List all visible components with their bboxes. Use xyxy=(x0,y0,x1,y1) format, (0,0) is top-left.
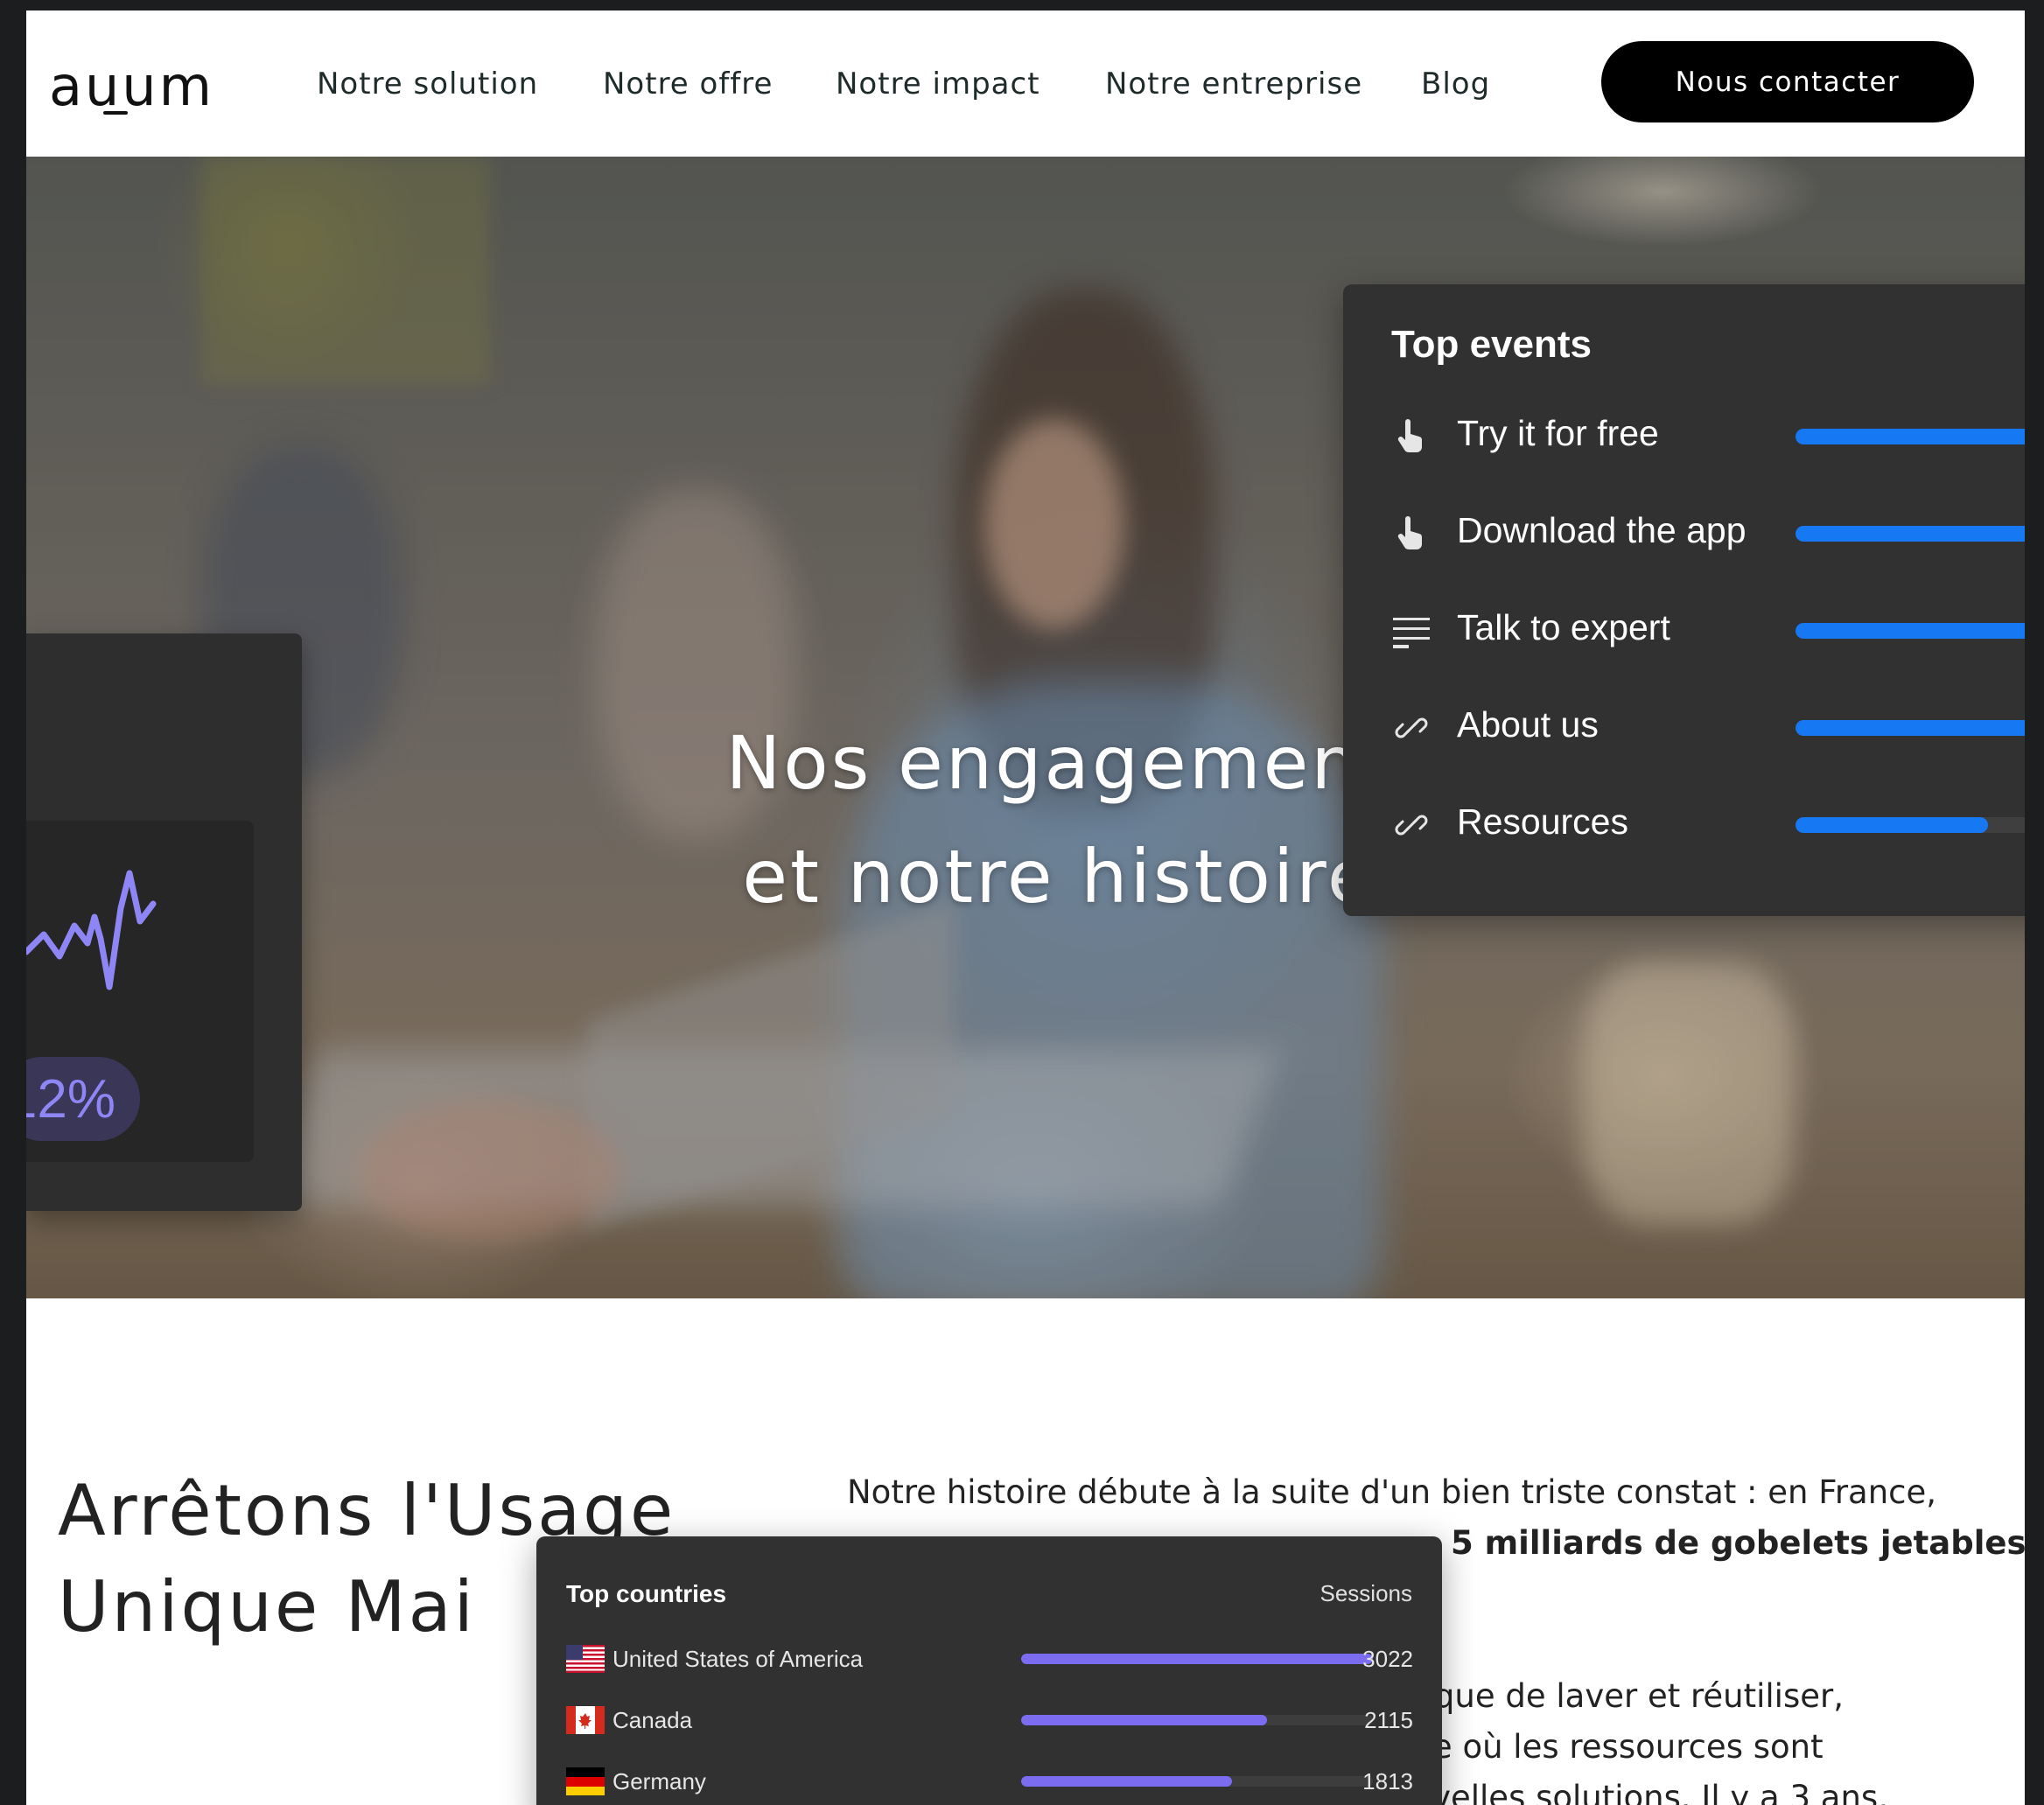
paragraph-line: nde où les ressources sont xyxy=(1391,1728,1824,1766)
top-countries-title: Top countries xyxy=(566,1580,727,1607)
event-label: Talk to expert xyxy=(1457,607,1670,647)
us-flag-icon xyxy=(566,1645,605,1673)
country-name: Germany xyxy=(612,1768,706,1795)
auum-logo[interactable]: auum xyxy=(49,54,214,118)
nav-blog[interactable]: Blog xyxy=(1421,66,1490,101)
event-label: Download the app xyxy=(1457,510,1746,550)
event-bar-fill xyxy=(1796,623,2025,639)
event-bar-track xyxy=(1796,720,2025,736)
sparkline-line xyxy=(26,870,157,990)
nav-notre-solution[interactable]: Notre solution xyxy=(317,66,538,101)
site-header: auum Notre solution Notre offre Notre im… xyxy=(26,10,2025,157)
country-bar-track xyxy=(1021,1715,1373,1725)
country-sessions: 3022 xyxy=(1362,1646,1413,1672)
event-row[interactable]: Try it for free xyxy=(1391,409,2025,462)
event-bar-fill xyxy=(1796,720,2025,736)
top-countries-panel: Top countries Sessions United States of … xyxy=(536,1536,1442,1805)
contact-button[interactable]: Nous contacter xyxy=(1601,41,1974,122)
country-sessions: 2115 xyxy=(1364,1707,1413,1733)
pointer-hand-icon xyxy=(1391,416,1432,457)
event-label: About us xyxy=(1457,704,1599,745)
link-icon xyxy=(1391,708,1432,748)
country-row[interactable]: Germany 1813 xyxy=(566,1764,1413,1799)
sessions-column-header: Sessions xyxy=(1320,1580,1413,1606)
event-row[interactable]: Talk to expert xyxy=(1391,604,2025,656)
event-row[interactable]: About us xyxy=(1391,701,2025,753)
country-sessions: 1813 xyxy=(1362,1768,1413,1795)
analytics-card: 12% xyxy=(26,633,302,1211)
country-row[interactable]: United States of America 3022 xyxy=(566,1641,1413,1676)
event-bar-fill xyxy=(1796,817,1988,833)
event-bar-track xyxy=(1796,623,2025,639)
link-icon xyxy=(1391,805,1432,845)
event-bar-fill xyxy=(1796,429,2025,444)
country-bar-track xyxy=(1021,1654,1373,1664)
country-name: United States of America xyxy=(612,1646,864,1672)
nav-notre-entreprise[interactable]: Notre entreprise xyxy=(1105,66,1362,101)
event-bar-track xyxy=(1796,817,2025,833)
paragraph-line: ouvelles solutions. Il y a 3 ans, xyxy=(1391,1779,1888,1805)
top-events-title: Top events xyxy=(1391,323,1592,366)
browser-page: auum Notre solution Notre offre Notre im… xyxy=(26,10,2025,1805)
percent-badge: 12% xyxy=(26,1057,140,1141)
event-label: Try it for free xyxy=(1457,413,1659,453)
nav-notre-offre[interactable]: Notre offre xyxy=(603,66,773,101)
de-flag-icon xyxy=(566,1767,605,1795)
event-label: Resources xyxy=(1457,801,1628,842)
country-name: Canada xyxy=(612,1707,693,1733)
ca-flag-icon xyxy=(566,1706,605,1734)
paragraph-line: ôt que de laver et réutiliser, xyxy=(1391,1677,1844,1715)
analytics-card-inner: 12% xyxy=(26,821,254,1162)
event-row[interactable]: Resources xyxy=(1391,798,2025,850)
section-paragraph-2: ôt que de laver et réutiliser, nde où le… xyxy=(1391,1671,2004,1805)
top-events-panel: Top events Se Try it for free Download t… xyxy=(1343,284,2025,916)
pointer-hand-icon xyxy=(1391,514,1432,554)
event-bar-track xyxy=(1796,526,2025,542)
lines-icon xyxy=(1391,611,1432,651)
logo-underline xyxy=(103,111,128,115)
country-bar-track xyxy=(1021,1776,1373,1787)
nav-notre-impact[interactable]: Notre impact xyxy=(836,66,1040,101)
highlight-bold: 5 milliards de gobelets jetables xyxy=(1451,1524,2025,1562)
country-bar-fill xyxy=(1021,1654,1373,1664)
event-row[interactable]: Download the app xyxy=(1391,507,2025,559)
paragraph-line: Notre histoire débute à la suite d'un bi… xyxy=(847,1473,1937,1511)
country-bar-fill xyxy=(1021,1776,1233,1787)
country-bar-fill xyxy=(1021,1715,1268,1725)
event-bar-fill xyxy=(1796,526,2025,542)
country-row[interactable]: Canada 2115 xyxy=(566,1703,1413,1738)
event-bar-track xyxy=(1796,429,2025,444)
sparkline-chart xyxy=(26,870,157,990)
